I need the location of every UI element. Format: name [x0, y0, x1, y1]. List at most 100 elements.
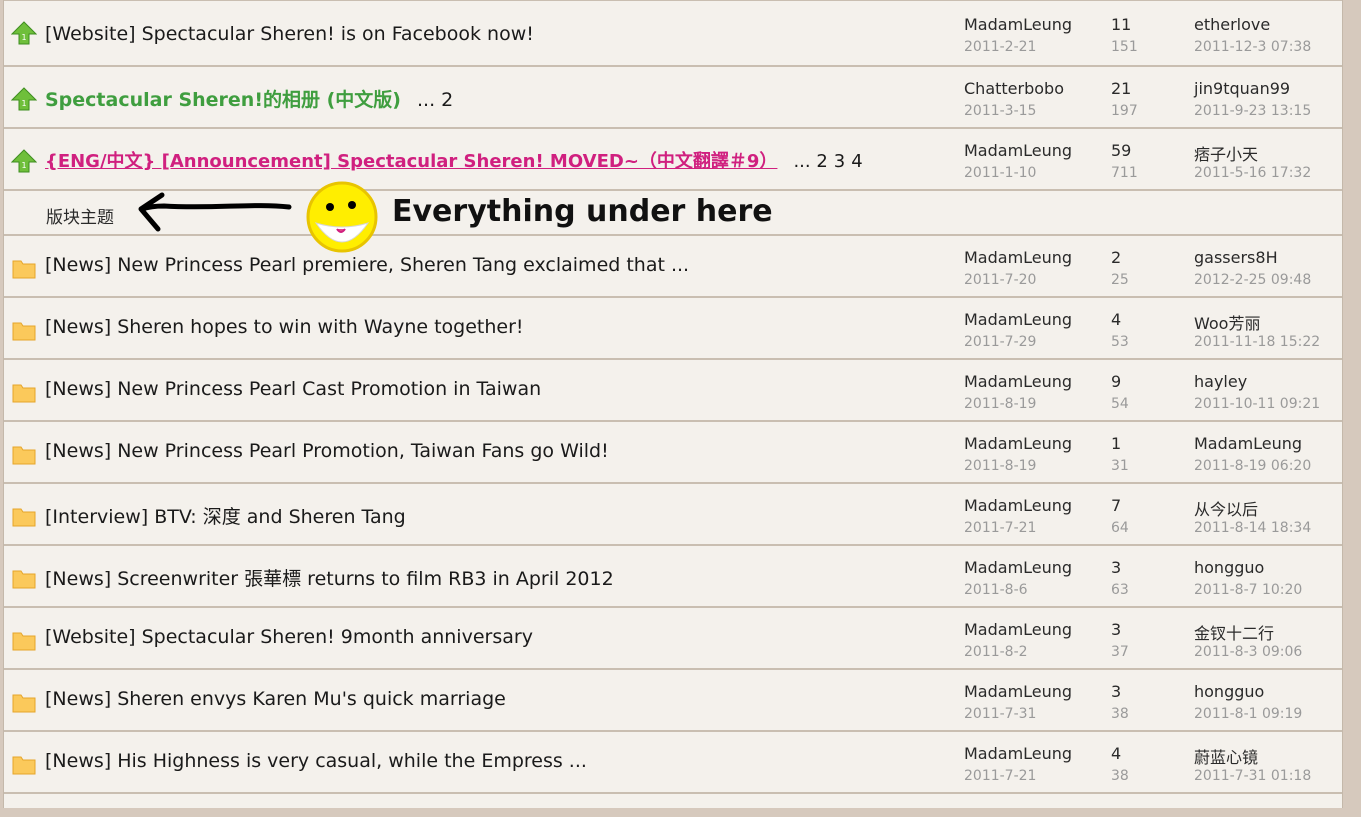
- last-post-user[interactable]: hongguo: [1194, 682, 1264, 701]
- last-post-time[interactable]: 2011-8-3 09:06: [1194, 644, 1302, 660]
- view-count: 25: [1111, 272, 1129, 288]
- topic-author[interactable]: MadamLeung: [964, 372, 1072, 391]
- last-post-user[interactable]: hayley: [1194, 372, 1247, 391]
- annotation-text: Everything under here: [392, 194, 773, 229]
- last-post-user[interactable]: MadamLeung: [1194, 434, 1302, 453]
- last-post-time[interactable]: 2011-8-7 10:20: [1194, 582, 1302, 598]
- last-post-user[interactable]: gassers8H: [1194, 248, 1278, 267]
- page-link[interactable]: ... 2: [417, 89, 453, 111]
- topic-row[interactable]: [News] His Highness is very casual, whil…: [4, 732, 1342, 794]
- last-post-time[interactable]: 2011-8-14 18:34: [1194, 520, 1311, 536]
- topic-date: 2011-8-19: [964, 458, 1037, 474]
- section-separator: 版块主题 Everything under here: [4, 181, 1342, 253]
- last-post-time[interactable]: 2011-11-18 15:22: [1194, 334, 1320, 350]
- section-label: 版块主题: [46, 208, 114, 228]
- topic-row[interactable]: [News] New Princess Pearl Promotion, Tai…: [4, 422, 1342, 484]
- topic-row[interactable]: [Interview] BTV: 深度 and Sheren Tang Mada…: [4, 484, 1342, 546]
- topic-author[interactable]: MadamLeung: [964, 620, 1072, 639]
- topic-date: 2011-7-29: [964, 334, 1037, 350]
- reply-count: 2: [1111, 248, 1122, 267]
- topic-author[interactable]: MadamLeung: [964, 496, 1072, 515]
- topic-row[interactable]: [News] Sheren envys Karen Mu's quick mar…: [4, 670, 1342, 732]
- topic-title[interactable]: [News] New Princess Pearl Promotion, Tai…: [45, 440, 609, 462]
- topic-title[interactable]: Spectacular Sheren!的相册 (中文版)... 2: [45, 85, 453, 112]
- last-post-user[interactable]: 从今以后: [1194, 496, 1258, 520]
- topic-author[interactable]: MadamLeung: [964, 15, 1072, 34]
- last-post-time[interactable]: 2011-10-11 09:21: [1194, 396, 1320, 412]
- green-up-arrow-icon: 1: [11, 149, 37, 173]
- topic-title[interactable]: [News] His Highness is very casual, whil…: [45, 750, 587, 772]
- reply-count: 59: [1111, 141, 1132, 160]
- topic-title[interactable]: [News] New Princess Pearl Cast Promotion…: [45, 378, 541, 400]
- topic-row[interactable]: [News] Sheren hopes to win with Wayne to…: [4, 298, 1342, 360]
- reply-count: 3: [1111, 682, 1122, 701]
- topic-title[interactable]: [News] New Princess Pearl premiere, Sher…: [45, 254, 689, 276]
- reply-count: 4: [1111, 744, 1122, 763]
- reply-count: 21: [1111, 79, 1132, 98]
- topic-title[interactable]: [Interview] BTV: 深度 and Sheren Tang: [45, 502, 406, 529]
- green-up-arrow-icon: 1: [11, 87, 37, 111]
- page-links[interactable]: ... 2: [411, 89, 453, 111]
- last-post-time[interactable]: 2011-12-3 07:38: [1194, 39, 1311, 55]
- page-links[interactable]: ... 2 34: [787, 151, 862, 172]
- topic-author[interactable]: MadamLeung: [964, 434, 1072, 453]
- last-post-time[interactable]: 2012-2-25 09:48: [1194, 272, 1311, 288]
- view-count: 38: [1111, 706, 1129, 722]
- last-post-user[interactable]: Woo芳丽: [1194, 310, 1260, 334]
- topic-title[interactable]: [Website] Spectacular Sheren! is on Face…: [45, 23, 534, 45]
- view-count: 711: [1111, 165, 1138, 181]
- topic-author[interactable]: MadamLeung: [964, 744, 1072, 763]
- last-post-time[interactable]: 2011-7-31 01:18: [1194, 768, 1311, 784]
- page-link[interactable]: 4: [851, 151, 862, 172]
- topic-date: 2011-8-2: [964, 644, 1028, 660]
- view-count: 151: [1111, 39, 1138, 55]
- topic-author[interactable]: MadamLeung: [964, 248, 1072, 267]
- topic-title[interactable]: [News] Sheren hopes to win with Wayne to…: [45, 316, 524, 338]
- view-count: 54: [1111, 396, 1129, 412]
- sticky-topic-row[interactable]: 1 [Website] Spectacular Sheren! is on Fa…: [4, 0, 1342, 67]
- topic-title[interactable]: {ENG/中文} [Announcement] Spectacular Sher…: [45, 147, 863, 173]
- last-post-time[interactable]: 2011-8-19 06:20: [1194, 458, 1311, 474]
- topic-author[interactable]: MadamLeung: [964, 310, 1072, 329]
- topic-author[interactable]: MadamLeung: [964, 558, 1072, 577]
- last-post-user[interactable]: 蔚蓝心镜: [1194, 744, 1258, 768]
- sticky-topic-row[interactable]: 1 Spectacular Sheren!的相册 (中文版)... 2 Chat…: [4, 67, 1342, 129]
- topic-author[interactable]: Chatterbobo: [964, 79, 1064, 98]
- last-post-user[interactable]: 痞子小天: [1194, 141, 1258, 165]
- topic-title[interactable]: [Website] Spectacular Sheren! 9month ann…: [45, 626, 533, 648]
- hand-drawn-arrow-icon: [138, 192, 292, 232]
- topic-author[interactable]: MadamLeung: [964, 141, 1072, 160]
- view-count: 37: [1111, 644, 1129, 660]
- page-link[interactable]: 3: [834, 151, 845, 172]
- folder-icon: [12, 694, 36, 713]
- topic-row[interactable]: [News] New Princess Pearl premiere, Sher…: [4, 236, 1342, 298]
- last-post-time[interactable]: 2011-5-16 17:32: [1194, 165, 1311, 181]
- view-count: 31: [1111, 458, 1129, 474]
- topic-date: 2011-7-31: [964, 706, 1037, 722]
- folder-icon: [12, 508, 36, 527]
- topic-date: 2011-7-21: [964, 520, 1037, 536]
- topic-row[interactable]: [News] New Princess Pearl Cast Promotion…: [4, 360, 1342, 422]
- topic-row[interactable]: [News] Screenwriter 張華標 returns to film …: [4, 546, 1342, 608]
- topic-date: 2011-7-20: [964, 272, 1037, 288]
- reply-count: 7: [1111, 496, 1122, 515]
- last-post-time[interactable]: 2011-9-23 13:15: [1194, 103, 1311, 119]
- last-post-user[interactable]: etherlove: [1194, 15, 1270, 34]
- topic-date: 2011-1-10: [964, 165, 1037, 181]
- topic-row[interactable]: [Website] Spectacular Sheren! 9month ann…: [4, 608, 1342, 670]
- last-post-user[interactable]: jin9tquan99: [1194, 79, 1290, 98]
- topic-author[interactable]: MadamLeung: [964, 682, 1072, 701]
- folder-icon: [12, 384, 36, 403]
- folder-icon: [12, 322, 36, 341]
- reply-count: 4: [1111, 310, 1122, 329]
- topic-date: 2011-7-21: [964, 768, 1037, 784]
- reply-count: 3: [1111, 558, 1122, 577]
- last-post-user[interactable]: 金钗十二行: [1194, 620, 1274, 644]
- topic-title[interactable]: [News] Sheren envys Karen Mu's quick mar…: [45, 688, 506, 710]
- svg-text:1: 1: [21, 33, 26, 42]
- sticky-topic-row[interactable]: 1 {ENG/中文} [Announcement] Spectacular Sh…: [4, 129, 1342, 191]
- last-post-user[interactable]: hongguo: [1194, 558, 1264, 577]
- page-link[interactable]: ... 2: [793, 151, 827, 172]
- topic-title[interactable]: [News] Screenwriter 張華標 returns to film …: [45, 564, 614, 591]
- last-post-time[interactable]: 2011-8-1 09:19: [1194, 706, 1302, 722]
